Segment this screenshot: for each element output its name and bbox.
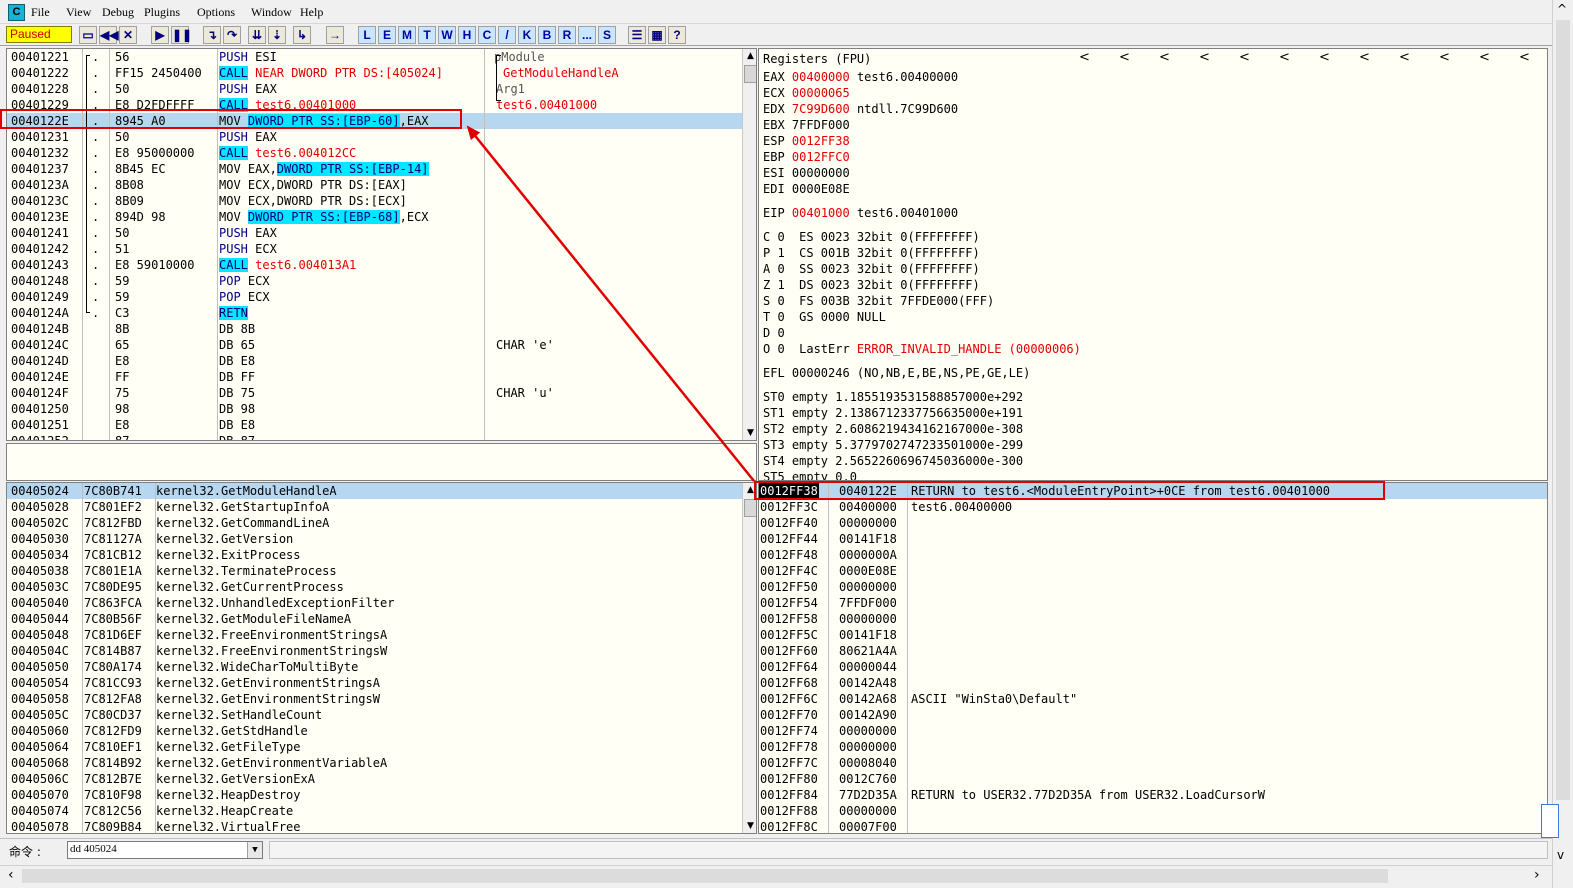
horizontal-scroll-thumb[interactable] [22, 869, 1388, 883]
command-status-field [269, 841, 1548, 859]
horizontal-scrollbar[interactable]: ‹ › [0, 865, 1552, 885]
command-input[interactable]: dd 405024 ▼ [67, 841, 263, 859]
window-scroll-up-icon[interactable]: ^ [1557, 2, 1567, 16]
window-scroll-thumb[interactable] [1556, 20, 1570, 800]
command-label: 命令 : [9, 845, 41, 859]
scroll-right-icon[interactable]: › [1534, 867, 1540, 883]
command-bar: 命令 : dd 405024 ▼ [0, 838, 1552, 862]
annotation-arrow [466, 125, 755, 482]
window-vertical-scrollbar[interactable]: ^ v [1541, 0, 1573, 888]
scroll-left-icon[interactable]: ‹ [8, 867, 14, 883]
command-input-value: dd 405024 [70, 843, 117, 855]
chevron-down-icon[interactable]: ▼ [247, 842, 262, 858]
split-handle[interactable] [1541, 804, 1559, 838]
window-scroll-down-icon[interactable]: v [1557, 848, 1564, 862]
